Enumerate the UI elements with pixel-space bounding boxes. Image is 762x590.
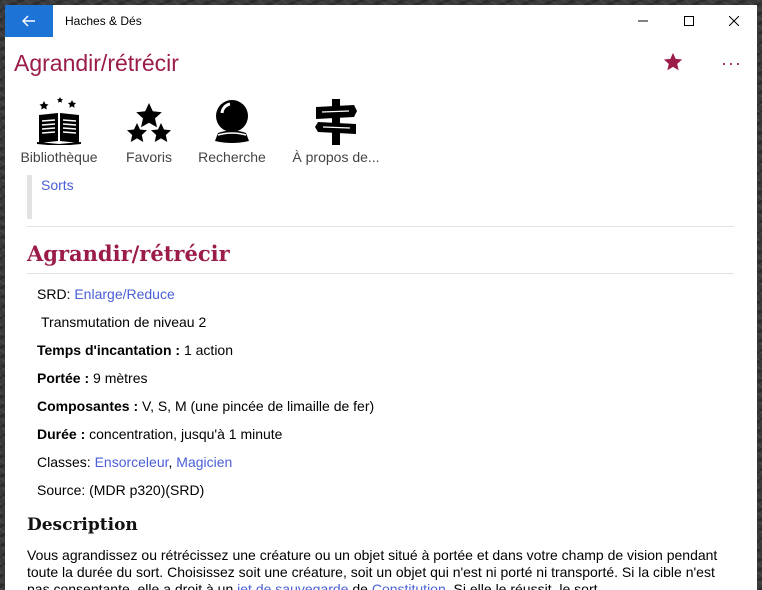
duration-row: Durée : concentration, jusqu'à 1 minute — [37, 426, 282, 442]
star-icon — [663, 52, 683, 71]
duration-label: Durée : — [37, 426, 90, 442]
nav-item-about[interactable]: À propos de... — [288, 97, 384, 165]
components-label: Composantes : — [37, 398, 143, 414]
more-options-button[interactable]: ··· — [721, 53, 742, 74]
source-row: Source: (MDR p320)(SRD) — [37, 482, 205, 498]
nav-item-favorites[interactable]: Favoris — [122, 97, 176, 165]
breadcrumb-link-spells[interactable]: Sorts — [41, 177, 74, 193]
nav-label-about: À propos de... — [292, 149, 380, 165]
srd-row: SRD: Enlarge/Reduce — [37, 286, 175, 302]
page-title: Agrandir/rétrécir — [14, 50, 179, 76]
school-row: Transmutation de niveau 2 — [41, 314, 207, 330]
nav-label-search: Recherche — [198, 149, 266, 165]
saving-throw-link[interactable]: jet de sauvegarde — [237, 581, 348, 590]
casting-time-label: Temps d'incantation : — [37, 342, 184, 358]
nav-item-library[interactable]: Bibliothèque — [17, 97, 101, 165]
stars-icon — [127, 103, 171, 142]
range-value: 9 mètres — [93, 370, 148, 386]
divider — [27, 226, 734, 227]
app-window: Haches & Dés Agrandir/rétrécir ··· Bibli… — [5, 5, 757, 590]
constitution-link[interactable]: Constitution — [372, 581, 446, 590]
minimize-button[interactable] — [620, 5, 666, 37]
srd-label: SRD: — [37, 286, 75, 302]
classes-row: Classes: Ensorceleur, Magicien — [37, 454, 232, 470]
components-row: Composantes : V, S, M (une pincée de lim… — [37, 398, 374, 414]
title-bar: Haches & Dés — [5, 5, 757, 37]
breadcrumb — [27, 175, 38, 219]
description-title: Description — [27, 515, 138, 535]
srd-link[interactable]: Enlarge/Reduce — [74, 286, 174, 302]
divider — [27, 273, 734, 274]
favorite-button[interactable] — [662, 51, 686, 75]
components-value: V, S, M (une pincée de limaille de fer) — [142, 398, 375, 414]
casting-time-row: Temps d'incantation : 1 action — [37, 342, 233, 358]
range-row: Portée : 9 mètres — [37, 370, 147, 386]
spell-title: Agrandir/rétrécir — [27, 241, 230, 266]
back-arrow-icon — [22, 15, 35, 27]
classes-label: Classes: — [37, 454, 95, 470]
description-text-part: de — [348, 581, 372, 590]
back-button[interactable] — [5, 5, 53, 37]
close-button[interactable] — [711, 5, 757, 37]
app-title: Haches & Dés — [65, 14, 142, 28]
class-link-sorcerer[interactable]: Ensorceleur — [95, 454, 169, 470]
nav-label-library: Bibliothèque — [20, 149, 98, 165]
maximize-icon — [684, 16, 694, 26]
crystal-ball-icon — [215, 100, 249, 143]
casting-time-value: 1 action — [183, 342, 234, 358]
nav-label-favorites: Favoris — [126, 149, 172, 165]
range-label: Portée : — [37, 370, 94, 386]
maximize-button[interactable] — [666, 5, 712, 37]
signpost-icon — [315, 99, 357, 145]
duration-value: concentration, jusqu'à 1 minute — [89, 426, 283, 442]
close-icon — [729, 16, 739, 26]
book-icon — [36, 97, 82, 145]
class-link-wizard[interactable]: Magicien — [176, 454, 232, 470]
description-text-part: . Si elle le réussit, le sort — [445, 581, 598, 590]
description-text: Vous agrandissez ou rétrécissez une créa… — [27, 547, 737, 590]
nav-item-search[interactable]: Recherche — [195, 97, 269, 165]
minimize-icon — [638, 20, 648, 22]
